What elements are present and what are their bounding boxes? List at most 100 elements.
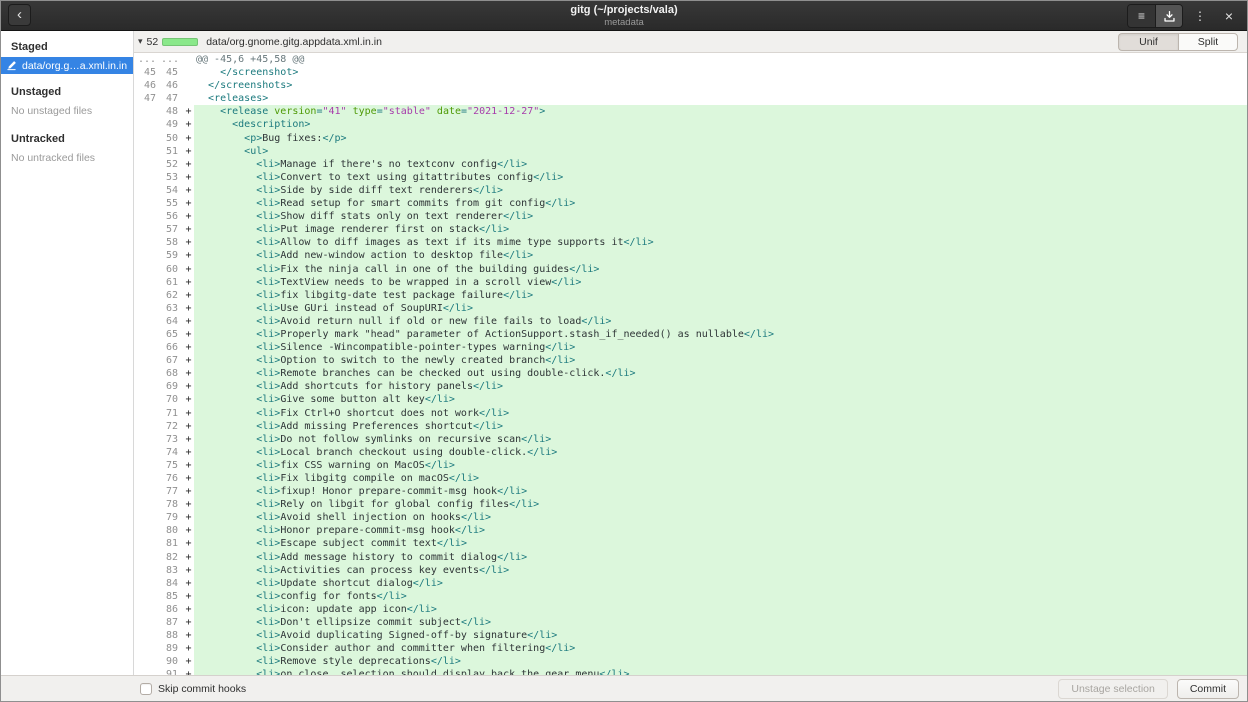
old-line-number: [134, 511, 161, 524]
view-mode-toggle: Unif Split: [1118, 33, 1238, 51]
diff-line-62[interactable]: 62+ <li>fix libgitg-date test package fa…: [134, 289, 1247, 302]
diff-line-64[interactable]: 64+ <li>Avoid return null if old or new …: [134, 315, 1247, 328]
old-line-number: [134, 276, 161, 289]
close-button[interactable]: ×: [1217, 5, 1241, 27]
diff-line-48[interactable]: 48+ <release version="41" type="stable" …: [134, 105, 1247, 118]
diff-sign: +: [183, 132, 194, 145]
new-line-number: 60: [161, 263, 183, 276]
split-view-toggle[interactable]: Split: [1178, 33, 1238, 51]
new-line-number: 73: [161, 433, 183, 446]
diff-line-45[interactable]: 4545 </screenshot>: [134, 66, 1247, 79]
diff-line-86[interactable]: 86+ <li>icon: update app icon</li>: [134, 603, 1247, 616]
diff-line-54[interactable]: 54+ <li>Side by side diff text renderers…: [134, 184, 1247, 197]
old-line-number: [134, 433, 161, 446]
diff-sign: +: [183, 433, 194, 446]
diff-line-55[interactable]: 55+ <li>Read setup for smart commits fro…: [134, 197, 1247, 210]
diff-sign: +: [183, 420, 194, 433]
diff-sign: +: [183, 367, 194, 380]
skip-commit-hooks-checkbox[interactable]: [140, 683, 152, 695]
diff-line-61[interactable]: 61+ <li>TextView needs to be wrapped in …: [134, 276, 1247, 289]
diff-line-69[interactable]: 69+ <li>Add shortcuts for history panels…: [134, 380, 1247, 393]
diff-line-73[interactable]: 73+ <li>Do not follow symlinks on recurs…: [134, 433, 1247, 446]
diff-line-58[interactable]: 58+ <li>Allow to diff images as text if …: [134, 236, 1247, 249]
diff-line-57[interactable]: 57+ <li>Put image renderer first on stac…: [134, 223, 1247, 236]
diff-line-87[interactable]: 87+ <li>Don't ellipsize commit subject</…: [134, 616, 1247, 629]
diff-line-49[interactable]: 49+ <description>: [134, 118, 1247, 131]
code-text: @@ -45,6 +45,58 @@: [194, 53, 1247, 66]
old-line-number: [134, 655, 161, 668]
diff-line-72[interactable]: 72+ <li>Add missing Preferences shortcut…: [134, 420, 1247, 433]
skip-commit-hooks-option[interactable]: Skip commit hooks: [140, 683, 246, 695]
unified-view-toggle[interactable]: Unif: [1118, 33, 1178, 51]
old-line-number: [134, 420, 161, 433]
unstaged-section-header: Unstaged: [1, 82, 133, 102]
code-text: <li>Avoid return null if old or new file…: [194, 315, 1247, 328]
menu-button[interactable]: ⋮: [1188, 5, 1212, 27]
diff-sign: +: [183, 603, 194, 616]
diff-line-75[interactable]: 75+ <li>fix CSS warning on MacOS</li>: [134, 459, 1247, 472]
diff-sign: +: [183, 407, 194, 420]
diff-line-52[interactable]: 52+ <li>Manage if there's no textconv co…: [134, 158, 1247, 171]
diff-sign: +: [183, 158, 194, 171]
new-line-number: 74: [161, 446, 183, 459]
diff-line-66[interactable]: 66+ <li>Silence -Wincompatible-pointer-t…: [134, 341, 1247, 354]
new-line-number: 54: [161, 184, 183, 197]
new-line-number: 64: [161, 315, 183, 328]
old-line-number: [134, 367, 161, 380]
diff-line-46[interactable]: 4646 </screenshots>: [134, 79, 1247, 92]
back-button[interactable]: ‹: [8, 4, 31, 26]
diff-sign: +: [183, 171, 194, 184]
new-line-number: 78: [161, 498, 183, 511]
diff-line-56[interactable]: 56+ <li>Show diff stats only on text ren…: [134, 210, 1247, 223]
old-line-number: [134, 302, 161, 315]
diff-line-81[interactable]: 81+ <li>Escape subject commit text</li>: [134, 537, 1247, 550]
diff-line-84[interactable]: 84+ <li>Update shortcut dialog</li>: [134, 577, 1247, 590]
staged-file-item[interactable]: data/org.g…a.xml.in.in: [1, 57, 133, 74]
commit-button[interactable]: Commit: [1177, 679, 1239, 699]
diff-line-89[interactable]: 89+ <li>Consider author and committer wh…: [134, 642, 1247, 655]
diff-line-85[interactable]: 85+ <li>config for fonts</li>: [134, 590, 1247, 603]
diff-line-74[interactable]: 74+ <li>Local branch checkout using doub…: [134, 446, 1247, 459]
code-text: <li>Fix the ninja call in one of the bui…: [194, 263, 1247, 276]
old-line-number: [134, 590, 161, 603]
diff-line-79[interactable]: 79+ <li>Avoid shell injection on hooks</…: [134, 511, 1247, 524]
diff-line-50[interactable]: 50+ <p>Bug fixes:</p>: [134, 132, 1247, 145]
new-line-number: 80: [161, 524, 183, 537]
diff-hunk-row[interactable]: ......@@ -45,6 +45,58 @@: [134, 53, 1247, 66]
diff-line-53[interactable]: 53+ <li>Convert to text using gitattribu…: [134, 171, 1247, 184]
diff-line-71[interactable]: 71+ <li>Fix Ctrl+O shortcut does not wor…: [134, 407, 1247, 420]
diff-line-91[interactable]: 91+ <li>on close, selection should displ…: [134, 668, 1247, 675]
diff-line-60[interactable]: 60+ <li>Fix the ninja call in one of the…: [134, 263, 1247, 276]
window-subtitle: metadata: [570, 17, 677, 28]
diff-line-77[interactable]: 77+ <li>fixup! Honor prepare-commit-msg …: [134, 485, 1247, 498]
diff-stats-expander[interactable]: ▾ 52: [134, 36, 202, 48]
close-icon: ×: [1225, 9, 1233, 23]
new-line-number: 58: [161, 236, 183, 249]
code-text: <release version="41" type="stable" date…: [194, 105, 1247, 118]
diff-line-65[interactable]: 65+ <li>Properly mark "head" parameter o…: [134, 328, 1247, 341]
diff-line-51[interactable]: 51+ <ul>: [134, 145, 1247, 158]
diff-line-68[interactable]: 68+ <li>Remote branches can be checked o…: [134, 367, 1247, 380]
diff-line-63[interactable]: 63+ <li>Use GUri instead of SoupURI</li>: [134, 302, 1247, 315]
diff-line-67[interactable]: 67+ <li>Option to switch to the newly cr…: [134, 354, 1247, 367]
diff-line-76[interactable]: 76+ <li>Fix libgitg compile on macOS</li…: [134, 472, 1247, 485]
history-view-button[interactable]: ≡: [1128, 5, 1155, 27]
unstage-selection-button[interactable]: Unstage selection: [1058, 679, 1167, 699]
diff-line-78[interactable]: 78+ <li>Rely on libgit for global config…: [134, 498, 1247, 511]
diff-sign: +: [183, 145, 194, 158]
diff-line-90[interactable]: 90+ <li>Remove style deprecations</li>: [134, 655, 1247, 668]
code-text: <li>Remove style deprecations</li>: [194, 655, 1247, 668]
diff-line-83[interactable]: 83+ <li>Activities can process key event…: [134, 564, 1247, 577]
new-line-number: 87: [161, 616, 183, 629]
diff-sign: +: [183, 668, 194, 675]
diff-line-59[interactable]: 59+ <li>Add new-window action to desktop…: [134, 249, 1247, 262]
diff-line-70[interactable]: 70+ <li>Give some button alt key</li>: [134, 393, 1247, 406]
diff-line-88[interactable]: 88+ <li>Avoid duplicating Signed-off-by …: [134, 629, 1247, 642]
code-text: <li>Avoid duplicating Signed-off-by sign…: [194, 629, 1247, 642]
diff-line-47[interactable]: 4747 <releases>: [134, 92, 1247, 105]
diff-line-82[interactable]: 82+ <li>Add message history to commit di…: [134, 551, 1247, 564]
old-line-number: [134, 524, 161, 537]
diff-line-80[interactable]: 80+ <li>Honor prepare-commit-msg hook</l…: [134, 524, 1247, 537]
commit-view-button[interactable]: [1155, 5, 1182, 27]
new-line-number: 68: [161, 367, 183, 380]
